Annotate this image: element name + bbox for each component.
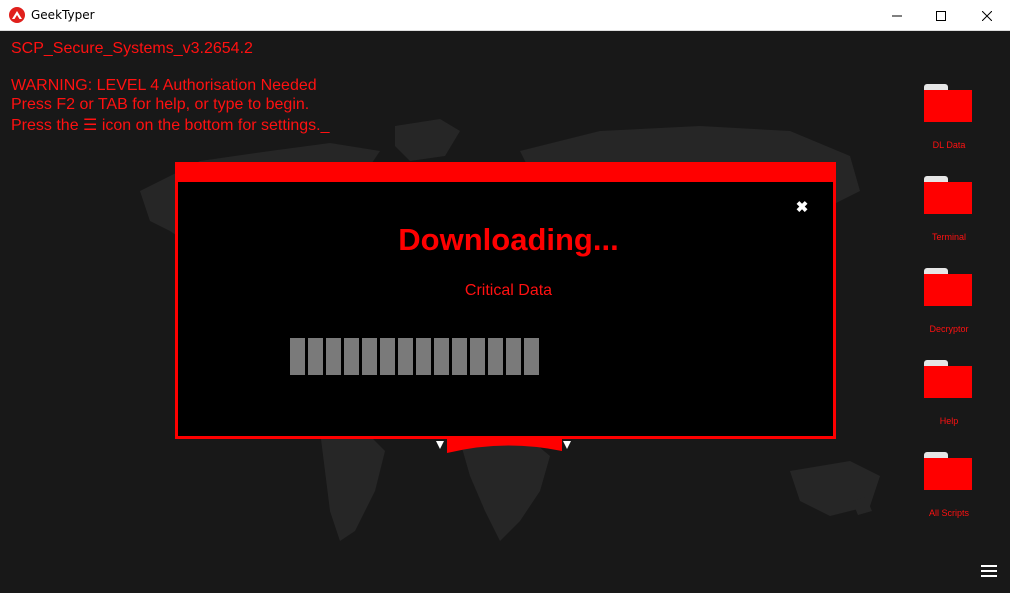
close-button[interactable] bbox=[964, 0, 1010, 31]
folder-label: Decryptor bbox=[929, 324, 969, 334]
hamburger-menu-icon[interactable] bbox=[981, 565, 997, 579]
progress-segment bbox=[380, 338, 395, 375]
terminal-line-help: Press F2 or TAB for help, or type to beg… bbox=[11, 96, 310, 113]
progress-segment bbox=[488, 338, 503, 375]
dialog-subtitle: Critical Data bbox=[464, 282, 553, 299]
progress-segment bbox=[506, 338, 521, 375]
minimize-icon bbox=[892, 15, 902, 16]
progress-segment bbox=[434, 338, 449, 375]
terminal-line-settings: Press the ☰ icon on the bottom for setti… bbox=[11, 117, 330, 134]
dialog-ribbon-decoration bbox=[436, 439, 571, 453]
folder-all-scripts[interactable]: All Scripts bbox=[914, 452, 984, 532]
window-title: GeekTyper bbox=[31, 8, 95, 22]
progress-segment bbox=[326, 338, 341, 375]
folder-icon bbox=[924, 176, 972, 214]
progress-segment bbox=[470, 338, 485, 375]
progress-segment bbox=[452, 338, 467, 375]
folder-label: Help bbox=[939, 416, 959, 426]
folder-label: Terminal bbox=[931, 232, 966, 242]
folder-label: All Scripts bbox=[928, 508, 969, 518]
download-progress-bar bbox=[290, 338, 539, 375]
folder-icon bbox=[924, 84, 972, 122]
folder-decryptor[interactable]: Decryptor bbox=[914, 268, 984, 348]
folder-dl-data[interactable]: DL Data bbox=[914, 84, 984, 164]
folder-label: DL Data bbox=[932, 140, 966, 150]
progress-segment bbox=[290, 338, 305, 375]
folder-icon bbox=[924, 452, 972, 490]
folder-icon bbox=[924, 268, 972, 306]
terminal-line-warning: WARNING: LEVEL 4 Authorisation Needed bbox=[11, 77, 317, 94]
progress-segment bbox=[398, 338, 413, 375]
progress-segment bbox=[524, 338, 539, 375]
desktop-area[interactable]: SCP_Secure_Systems_v3.2654.2 WARNING: LE… bbox=[0, 31, 1010, 593]
progress-segment bbox=[308, 338, 323, 375]
minimize-button[interactable] bbox=[874, 0, 920, 31]
window-titlebar[interactable]: GeekTyper bbox=[0, 0, 1010, 31]
download-dialog: ✖ Downloading... Critical Data bbox=[175, 162, 836, 439]
folder-help[interactable]: Help bbox=[914, 360, 984, 440]
progress-segment bbox=[344, 338, 359, 375]
geektyper-logo-icon bbox=[9, 7, 25, 23]
progress-segment bbox=[416, 338, 431, 375]
terminal-line-version: SCP_Secure_Systems_v3.2654.2 bbox=[11, 40, 253, 57]
dialog-close-icon[interactable]: ✖ bbox=[795, 200, 809, 215]
maximize-button[interactable] bbox=[918, 0, 964, 31]
folder-icon bbox=[924, 360, 972, 398]
close-icon bbox=[982, 10, 992, 21]
progress-segment bbox=[362, 338, 377, 375]
maximize-icon bbox=[936, 10, 946, 21]
folder-terminal[interactable]: Terminal bbox=[914, 176, 984, 256]
dialog-title: Downloading... bbox=[398, 222, 619, 257]
